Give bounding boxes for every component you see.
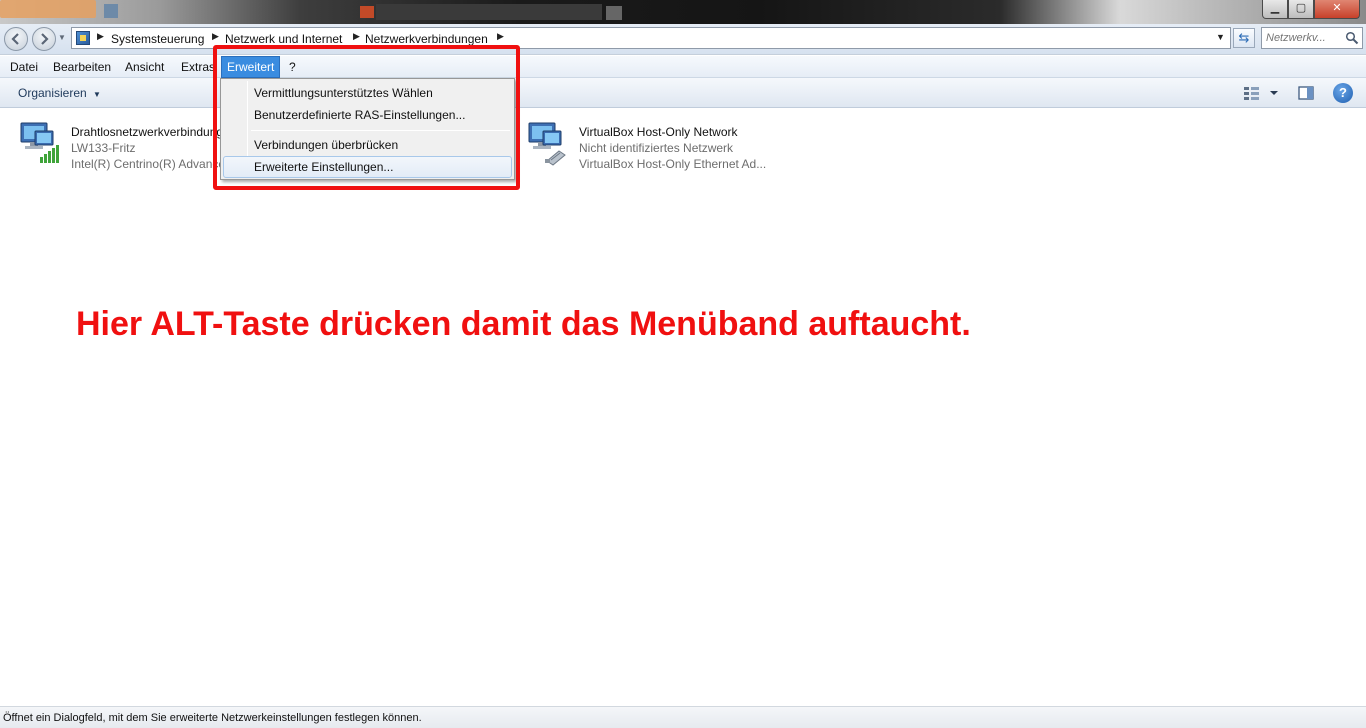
- help-button[interactable]: ?: [1333, 83, 1353, 103]
- menu-item-benutzerdefinierte-ras-einstellungen[interactable]: Benutzerdefinierte RAS-Einstellungen...: [223, 104, 512, 126]
- connection-adapter: VirtualBox Host-Only Ethernet Ad...: [579, 157, 767, 171]
- taskbar-thumbnail-close: [606, 6, 622, 20]
- search-input[interactable]: [1266, 30, 1344, 46]
- window-title-bar: ▁ ▢ ✕: [0, 0, 1366, 24]
- chevron-right-icon[interactable]: ▶: [212, 31, 219, 42]
- refresh-button[interactable]: ⇆: [1233, 28, 1255, 48]
- preview-pane-icon: [1298, 86, 1314, 100]
- connection-status: Nicht identifiziertes Netzwerk: [579, 141, 734, 155]
- taskbar-thumbnail-icon: [360, 6, 374, 18]
- menu-ansicht[interactable]: Ansicht: [120, 56, 169, 78]
- search-box[interactable]: [1261, 27, 1363, 49]
- minimize-button[interactable]: ▁: [1262, 0, 1288, 19]
- organize-label: Organisieren: [18, 86, 87, 100]
- connection-name: VirtualBox Host-Only Network: [579, 125, 738, 139]
- address-bar[interactable]: ▶ Systemsteuerung ▶ Netzwerk und Interne…: [71, 27, 1231, 49]
- menu-erweitert[interactable]: Erweitert: [221, 56, 281, 78]
- menu-item-verbindungen-ueberbruecken[interactable]: Verbindungen überbrücken: [223, 134, 512, 156]
- taskbar-thumbnail: [376, 4, 602, 20]
- chevron-right-icon[interactable]: ▶: [97, 31, 104, 42]
- address-history-dropdown-icon[interactable]: ▼: [1216, 32, 1225, 42]
- menu-datei[interactable]: Datei: [5, 56, 43, 78]
- forward-button[interactable]: [32, 27, 56, 51]
- connection-virtualbox[interactable]: VirtualBox Host-Only Network Nicht ident…: [525, 117, 845, 177]
- maximize-button[interactable]: ▢: [1288, 0, 1314, 19]
- status-bar: Öffnet ein Dialogfeld, mit dem Sie erwei…: [0, 706, 1366, 728]
- close-button[interactable]: ✕: [1314, 0, 1360, 19]
- connection-name: Drahtlosnetzwerkverbindung: [71, 125, 224, 139]
- menu-extras[interactable]: Extras: [176, 56, 220, 78]
- taskbar-thumbnail-icon: [104, 4, 118, 18]
- search-icon[interactable]: [1345, 31, 1359, 45]
- chevron-right-icon[interactable]: ▶: [353, 31, 360, 42]
- back-button[interactable]: [4, 27, 28, 51]
- status-text: Öffnet ein Dialogfeld, mit dem Sie erwei…: [3, 712, 422, 724]
- tutorial-annotation: Hier ALT-Taste drücken damit das Menüban…: [76, 305, 971, 343]
- change-view-button[interactable]: [1240, 83, 1280, 103]
- breadcrumb-netzwerkverbindungen[interactable]: Netzwerkverbindungen: [365, 32, 488, 46]
- menu-help[interactable]: ?: [284, 56, 301, 78]
- preview-pane-button[interactable]: [1296, 83, 1316, 103]
- view-options-icon: [1244, 87, 1278, 100]
- organize-button[interactable]: Organisieren ▼: [12, 82, 107, 104]
- menu-item-vermittlungsunterstuetztes-waehlen[interactable]: Vermittlungsunterstütztes Wählen: [223, 82, 512, 104]
- menu-item-erweiterte-einstellungen[interactable]: Erweiterte Einstellungen...: [223, 156, 512, 178]
- menu-bearbeiten[interactable]: Bearbeiten: [48, 56, 116, 78]
- ethernet-network-icon: [528, 122, 566, 166]
- connection-status: LW133-Fritz: [71, 141, 136, 155]
- control-panel-icon: [76, 31, 90, 45]
- menu-separator: [251, 130, 510, 131]
- chevron-right-icon[interactable]: ▶: [497, 31, 504, 42]
- arrow-right-icon: [41, 33, 49, 45]
- arrow-left-icon: [11, 33, 19, 45]
- connections-view: Drahtlosnetzwerkverbindung LW133-Fritz I…: [0, 109, 1366, 706]
- recent-pages-chevron-icon[interactable]: ▼: [58, 33, 66, 42]
- chevron-down-icon: ▼: [93, 90, 101, 99]
- erweitert-dropdown-menu: Vermittlungsunterstütztes Wählen Benutze…: [220, 78, 515, 180]
- breadcrumb-netzwerk-und-internet[interactable]: Netzwerk und Internet: [225, 32, 342, 46]
- taskbar-thumbnail: [0, 0, 96, 18]
- breadcrumb-systemsteuerung[interactable]: Systemsteuerung: [111, 32, 204, 46]
- menu-bar: Datei Bearbeiten Ansicht Extras Erweiter…: [0, 56, 1366, 78]
- command-bar: Organisieren ▼ ?: [0, 78, 1366, 108]
- wireless-network-icon: [20, 122, 59, 163]
